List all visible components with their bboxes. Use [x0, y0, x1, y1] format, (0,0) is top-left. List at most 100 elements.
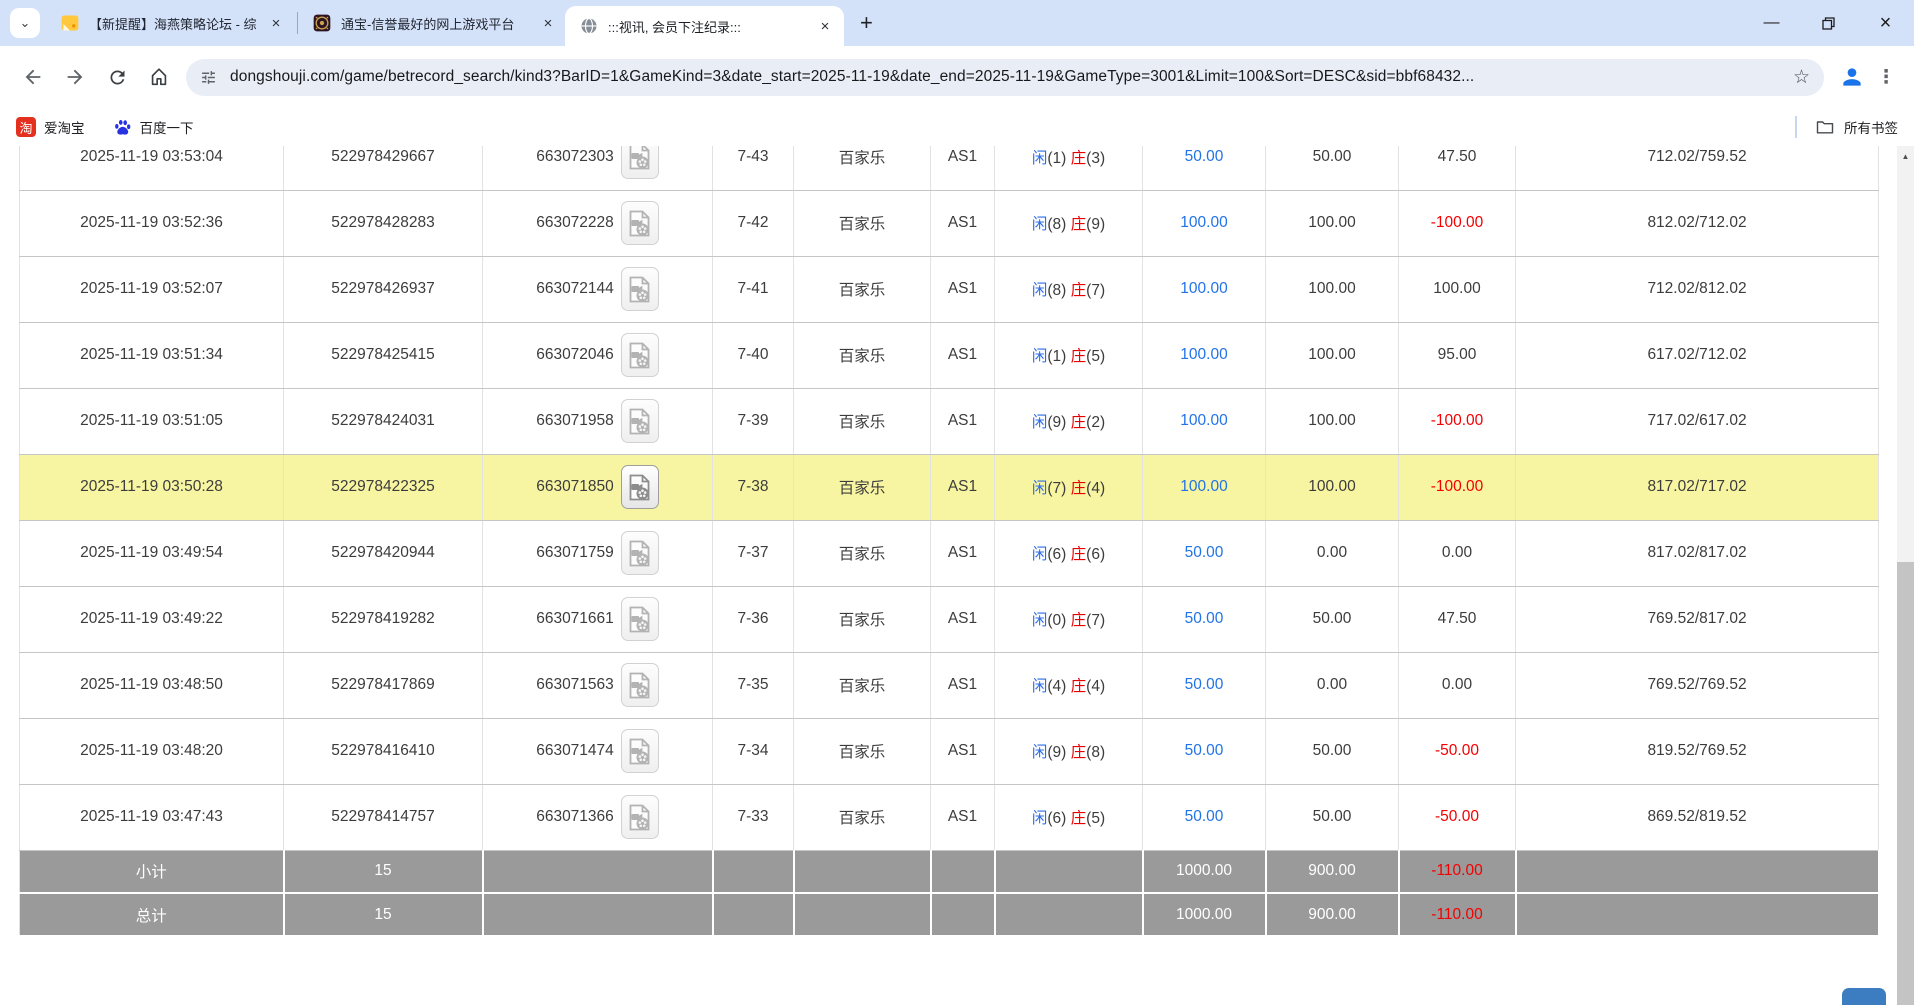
bet-amount-link[interactable]: 50.00 — [1185, 808, 1224, 825]
site-settings-icon[interactable] — [200, 69, 217, 86]
bet-amount-link[interactable]: 100.00 — [1180, 346, 1227, 363]
film-replay-icon — [627, 671, 652, 700]
player-score: (8) — [1047, 282, 1066, 299]
round-id-cell: 663071474 — [483, 718, 713, 784]
valid-amount-cell: 100.00 — [1266, 388, 1399, 454]
round-id: 663072303 — [536, 148, 614, 165]
window-close-button[interactable]: × — [1857, 0, 1914, 46]
game-table-cell: AS1 — [931, 322, 995, 388]
tab-search-button[interactable]: ⌄ — [10, 8, 40, 38]
video-replay-button[interactable] — [621, 597, 659, 641]
bet-amount-link[interactable]: 100.00 — [1180, 214, 1227, 231]
banker-score: (7) — [1086, 282, 1105, 299]
bet-amount-cell: 50.00 — [1143, 718, 1266, 784]
window-minimize-button[interactable]: — — [1743, 0, 1800, 46]
bookmark-taobao[interactable]: 淘 爱淘宝 — [16, 117, 85, 137]
tab-title: 通宝-信誉最好的网上游戏平台 — [341, 14, 529, 33]
video-replay-button[interactable] — [621, 333, 659, 377]
round-id-cell: 663071850 — [483, 454, 713, 520]
table-row: 2025-11-19 03:51:05522978424031663071958… — [20, 388, 1879, 454]
taobao-icon: 淘 — [16, 117, 36, 137]
bet-amount-link[interactable]: 50.00 — [1185, 742, 1224, 759]
valid-amount-cell: 0.00 — [1266, 520, 1399, 586]
chevron-down-icon: ⌄ — [20, 15, 31, 31]
game-type-cell: 百家乐 — [794, 454, 931, 520]
bet-amount-link[interactable]: 50.00 — [1185, 544, 1224, 561]
winloss-cell: 47.50 — [1399, 146, 1516, 190]
result-cell: 闲(8) 庄(7) — [995, 256, 1143, 322]
round-no-cell: 7-42 — [713, 190, 794, 256]
banker-label: 庄 — [1071, 150, 1087, 167]
bet-amount-link[interactable]: 100.00 — [1180, 412, 1227, 429]
forward-button[interactable] — [54, 56, 96, 98]
profile-avatar[interactable] — [1834, 59, 1870, 95]
bet-id-cell: 522978422325 — [284, 454, 483, 520]
banker-score: (9) — [1086, 216, 1105, 233]
back-button[interactable] — [12, 56, 54, 98]
bookmark-baidu[interactable]: 百度一下 — [113, 117, 194, 137]
address-bar[interactable]: dongshouji.com/game/betrecord_search/kin… — [186, 59, 1824, 96]
tab-forum[interactable]: 【新提醒】海燕策略论坛 - 综合 × — [50, 0, 293, 46]
banker-label: 庄 — [1071, 480, 1087, 497]
banker-score: (8) — [1086, 744, 1105, 761]
empty-cell — [713, 893, 794, 936]
video-replay-button[interactable] — [621, 729, 659, 773]
scrollbar[interactable]: ▲ — [1897, 146, 1914, 1005]
video-replay-button[interactable] — [621, 146, 659, 179]
banker-score: (5) — [1086, 810, 1105, 827]
reload-button[interactable] — [96, 56, 138, 98]
video-replay-button[interactable] — [621, 399, 659, 443]
round-no-cell: 7-34 — [713, 718, 794, 784]
browser-menu-button[interactable]: ⋮ — [1870, 66, 1902, 89]
tab-casino[interactable]: 通宝-信誉最好的网上游戏平台 × — [302, 0, 565, 46]
round-id-cell: 663071759 — [483, 520, 713, 586]
tab-close-icon[interactable]: × — [267, 15, 285, 32]
empty-cell — [995, 893, 1143, 936]
baidu-paw-icon — [113, 118, 132, 137]
bet-amount-link[interactable]: 50.00 — [1185, 148, 1224, 165]
banker-score: (6) — [1086, 546, 1105, 563]
scroll-to-top-button[interactable] — [1842, 988, 1886, 1005]
new-tab-button[interactable]: + — [860, 12, 873, 34]
forum-favicon-icon — [60, 13, 80, 33]
tab-close-icon[interactable]: × — [539, 15, 557, 32]
video-replay-button[interactable] — [621, 531, 659, 575]
banker-score: (3) — [1086, 150, 1105, 167]
scrollbar-thumb[interactable] — [1897, 562, 1914, 1005]
bookmark-label: 百度一下 — [140, 117, 194, 137]
video-replay-button[interactable] — [621, 795, 659, 839]
round-id-cell: 663072046 — [483, 322, 713, 388]
bet-amount-link[interactable]: 100.00 — [1180, 478, 1227, 495]
video-replay-button[interactable] — [621, 465, 659, 509]
empty-cell — [483, 893, 713, 936]
round-id-cell: 663071661 — [483, 586, 713, 652]
round-id: 663072228 — [536, 214, 614, 231]
all-bookmarks-button[interactable]: 所有书签 — [1815, 117, 1898, 137]
bet-amount-cell: 50.00 — [1143, 520, 1266, 586]
bet-amount-link[interactable]: 50.00 — [1185, 610, 1224, 627]
home-button[interactable] — [138, 56, 180, 98]
round-id: 663072046 — [536, 346, 614, 363]
empty-cell — [931, 850, 995, 893]
bookmark-star-icon[interactable]: ☆ — [1793, 68, 1810, 87]
winloss-cell: 0.00 — [1399, 520, 1516, 586]
game-type-cell: 百家乐 — [794, 652, 931, 718]
game-table-cell: AS1 — [931, 718, 995, 784]
banker-label: 庄 — [1071, 612, 1087, 629]
bet-id-cell: 522978424031 — [284, 388, 483, 454]
window-restore-button[interactable] — [1800, 0, 1857, 46]
url-text[interactable]: dongshouji.com/game/betrecord_search/kin… — [230, 68, 1783, 86]
scrollbar-up-icon[interactable]: ▲ — [1897, 146, 1914, 164]
game-table-cell: AS1 — [931, 586, 995, 652]
bet-amount-link[interactable]: 100.00 — [1180, 280, 1227, 297]
bet-amount-cell: 100.00 — [1143, 256, 1266, 322]
video-replay-button[interactable] — [621, 663, 659, 707]
subtotal-valid: 900.00 — [1266, 850, 1399, 893]
tab-close-icon[interactable]: × — [816, 18, 834, 35]
tab-bet-record[interactable]: :::视讯, 会员下注纪录::: × — [565, 6, 844, 46]
bet-amount-link[interactable]: 50.00 — [1185, 676, 1224, 693]
player-score: (6) — [1047, 546, 1066, 563]
video-replay-button[interactable] — [621, 267, 659, 311]
result-cell: 闲(1) 庄(5) — [995, 322, 1143, 388]
video-replay-button[interactable] — [621, 201, 659, 245]
